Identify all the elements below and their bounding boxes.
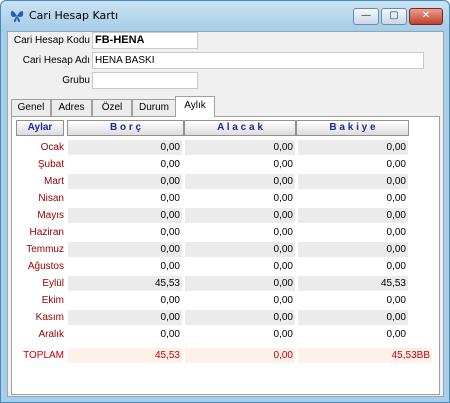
month-label: Mayıs	[37, 210, 64, 221]
alacak-cell[interactable]: 0,00	[185, 140, 295, 155]
header-aylar[interactable]: Aylar	[16, 120, 64, 136]
maximize-button[interactable]: ▢	[381, 8, 407, 25]
tab-ozel[interactable]: Özel	[92, 99, 132, 116]
alacak-cell[interactable]: 0,00	[185, 276, 295, 291]
borc-cell[interactable]: 0,00	[68, 327, 182, 342]
alacak-cell[interactable]: 0,00	[185, 174, 295, 189]
month-label: Nisan	[38, 193, 64, 204]
total-alacak: 0,00	[185, 348, 295, 363]
borc-cell[interactable]: 0,00	[68, 208, 182, 223]
bakiye-cell[interactable]: 0,00	[298, 259, 408, 274]
header-bakiye[interactable]: B a k i y e	[296, 120, 409, 136]
tab-genel[interactable]: Genel	[11, 99, 51, 116]
bakiye-cell[interactable]: 0,00	[298, 140, 408, 155]
bakiye-cell[interactable]: 45,53	[298, 276, 408, 291]
alacak-cell[interactable]: 0,00	[185, 327, 295, 342]
alacak-cell[interactable]: 0,00	[185, 259, 295, 274]
tab-adres[interactable]: Adres	[51, 99, 92, 116]
borc-cell[interactable]: 45,53	[68, 276, 182, 291]
table-row: Mayıs 0,00 0,00 0,00	[12, 207, 441, 224]
month-label: Ağustos	[27, 261, 64, 272]
bakiye-cell[interactable]: 0,00	[298, 208, 408, 223]
window-title: Cari Hesap Kartı	[29, 9, 119, 22]
borc-cell[interactable]: 0,00	[68, 225, 182, 240]
table-row: Ekim 0,00 0,00 0,00	[12, 292, 441, 309]
month-label: Aralık	[38, 329, 64, 340]
borc-cell[interactable]: 0,00	[68, 242, 182, 257]
borc-cell[interactable]: 0,00	[68, 174, 182, 189]
borc-cell[interactable]: 0,00	[68, 310, 182, 325]
alacak-cell[interactable]: 0,00	[185, 191, 295, 206]
borc-cell[interactable]: 0,00	[68, 191, 182, 206]
bakiye-cell[interactable]: 0,00	[298, 191, 408, 206]
alacak-cell[interactable]: 0,00	[185, 310, 295, 325]
table-row: Temmuz 0,00 0,00 0,00	[12, 241, 441, 258]
borc-cell[interactable]: 0,00	[68, 293, 182, 308]
title-bar[interactable]: Cari Hesap Kartı — ▢ ✕	[1, 1, 449, 31]
bakiye-cell[interactable]: 0,00	[298, 327, 408, 342]
table-row: Ağustos 0,00 0,00 0,00	[12, 258, 441, 275]
code-label: Cari Hesap Kodu	[13, 35, 90, 46]
month-label: Şubat	[37, 159, 64, 170]
bakiye-cell[interactable]: 0,00	[298, 225, 408, 240]
group-label: Grubu	[62, 75, 90, 86]
table-row: Kasım 0,00 0,00 0,00	[12, 309, 441, 326]
alacak-cell[interactable]: 0,00	[185, 293, 295, 308]
total-label: TOPLAM	[23, 350, 64, 361]
total-row: TOPLAM 45,53 0,00 45,53BB	[12, 347, 441, 364]
month-label: Haziran	[29, 227, 64, 238]
code-field[interactable]: FB-HENA	[92, 32, 198, 49]
client-area: Cari Hesap Kodu FB-HENA Cari Hesap Adı H…	[7, 31, 444, 397]
minimize-button[interactable]: —	[353, 8, 379, 25]
total-borc: 45,53	[68, 348, 182, 363]
borc-cell[interactable]: 0,00	[68, 259, 182, 274]
month-label: Eylül	[42, 278, 64, 289]
window: Cari Hesap Kartı — ▢ ✕ Cari Hesap Kodu F…	[0, 0, 450, 403]
table-row: Ocak 0,00 0,00 0,00	[12, 139, 441, 156]
group-field[interactable]	[92, 72, 198, 89]
name-field[interactable]: HENA BASKI	[92, 52, 424, 69]
close-button[interactable]: ✕	[409, 8, 443, 25]
month-label: Temmuz	[26, 244, 64, 255]
tab-aylik[interactable]: Aylık	[175, 96, 215, 117]
monthly-panel: Aylar B o r ç A l a c a k B a k i y e Oc…	[11, 116, 440, 395]
month-label: Ekim	[41, 295, 64, 306]
tab-durum[interactable]: Durum	[132, 99, 176, 116]
alacak-cell[interactable]: 0,00	[185, 242, 295, 257]
table-row: Mart 0,00 0,00 0,00	[12, 173, 441, 190]
name-label: Cari Hesap Adı	[22, 55, 90, 66]
table-row: Nisan 0,00 0,00 0,00	[12, 190, 441, 207]
bakiye-cell[interactable]: 0,00	[298, 157, 408, 172]
table-row: Şubat 0,00 0,00 0,00	[12, 156, 441, 173]
butterfly-icon	[9, 8, 25, 24]
header-borc[interactable]: B o r ç	[67, 120, 184, 136]
alacak-cell[interactable]: 0,00	[185, 225, 295, 240]
alacak-cell[interactable]: 0,00	[185, 208, 295, 223]
month-label: Ocak	[40, 142, 64, 153]
borc-cell[interactable]: 0,00	[68, 140, 182, 155]
table-row: Aralık 0,00 0,00 0,00	[12, 326, 441, 343]
total-bakiye: 45,53BB	[298, 348, 432, 363]
bakiye-cell[interactable]: 0,00	[298, 242, 408, 257]
alacak-cell[interactable]: 0,00	[185, 157, 295, 172]
bakiye-cell[interactable]: 0,00	[298, 310, 408, 325]
bakiye-cell[interactable]: 0,00	[298, 293, 408, 308]
bakiye-cell[interactable]: 0,00	[298, 174, 408, 189]
month-label: Mart	[44, 176, 64, 187]
table-row: Eylül 45,53 0,00 45,53	[12, 275, 441, 292]
month-label: Kasım	[35, 312, 64, 323]
table-row: Haziran 0,00 0,00 0,00	[12, 224, 441, 241]
header-alacak[interactable]: A l a c a k	[184, 120, 296, 136]
borc-cell[interactable]: 0,00	[68, 157, 182, 172]
